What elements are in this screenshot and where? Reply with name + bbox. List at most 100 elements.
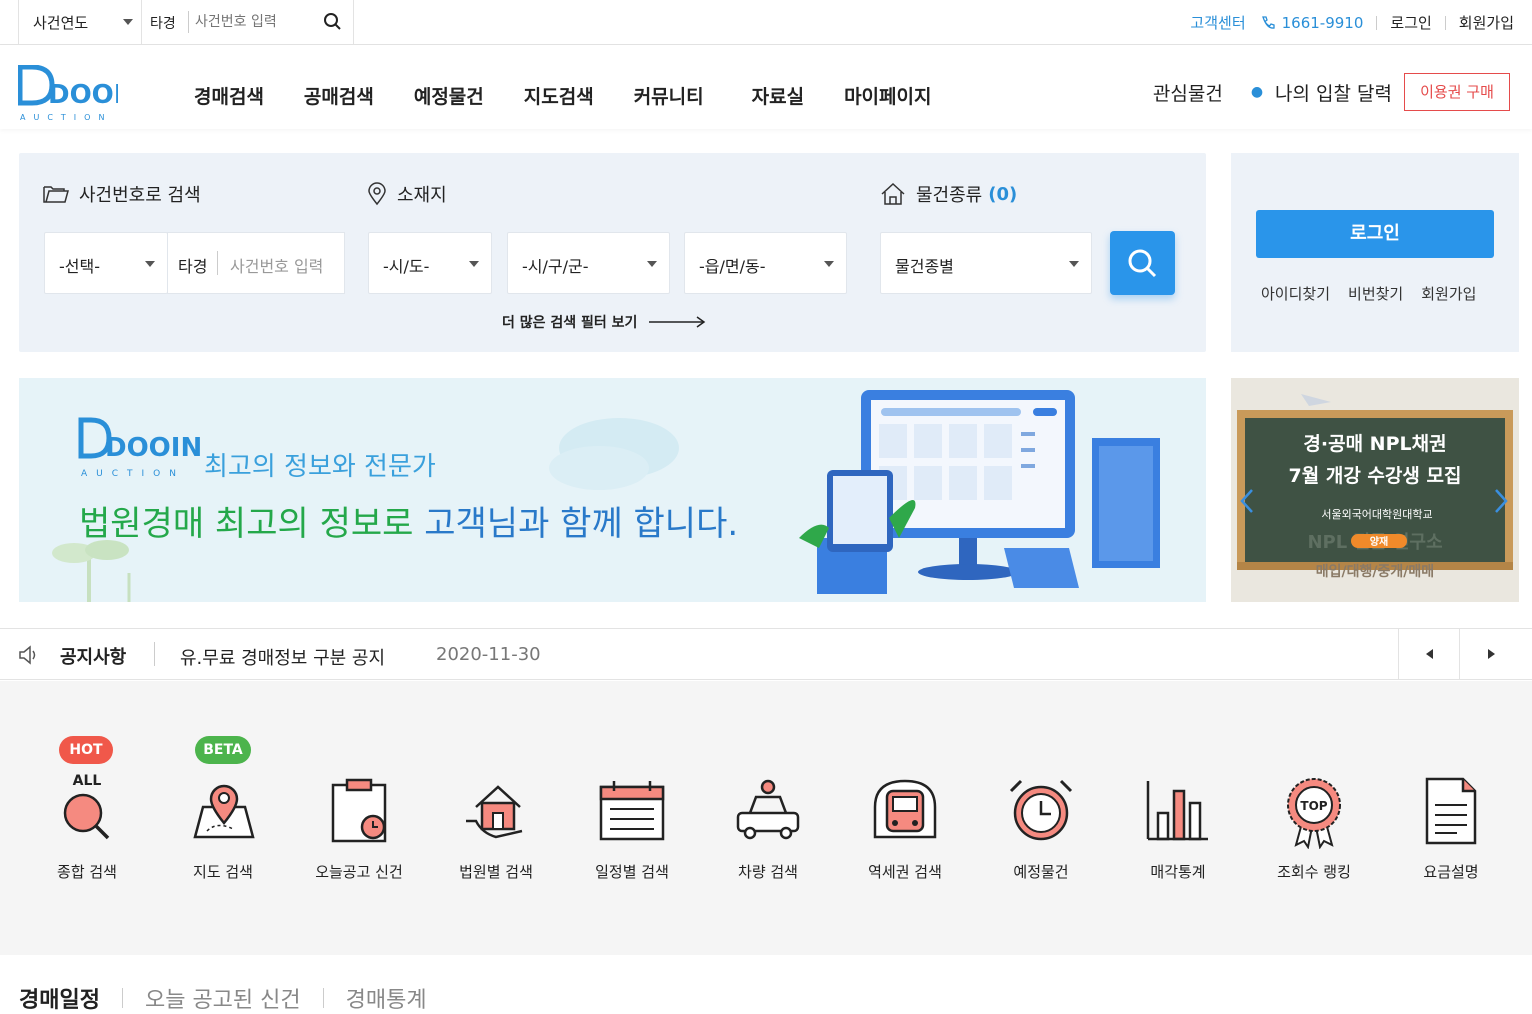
signup-link[interactable]: 회원가입 [1421, 283, 1476, 304]
more-filters-text: 더 많은 검색 필터 보기 [502, 315, 638, 331]
nav-resources[interactable]: 자료실 [752, 82, 804, 109]
beta-badge: BETA [195, 736, 251, 764]
search-panel: 사건번호로 검색 소재지 물건종류 (0) -선택- 타경 사건번호 입력 -시… [19, 153, 1206, 352]
banner-subtitle: 최고의 정보와 전문가 [204, 452, 436, 482]
sido-dropdown[interactable]: -시/도- [368, 232, 492, 294]
side-banner-school: 서울외국어대학원대학교 [1321, 508, 1432, 521]
main-nav: 경매검색 공매검색 예정물건 지도검색 커뮤니티 자료실 마이페이지 [194, 82, 971, 109]
banner-logo-sub: AUCTION [81, 469, 185, 479]
logo-graphic: DOOIN AUCTION [17, 64, 145, 122]
quick-case-search: 사건연도 타경 [18, 0, 354, 45]
banner-logo: DOOIN AUCTION [78, 417, 202, 479]
header-right: 관심물건 ● 나의 입찰 달력 이용권 구매 [1153, 73, 1510, 111]
arrow-right-icon [649, 316, 706, 328]
top-right-links: 고객센터 1661-9910 로그인 회원가입 [1190, 12, 1514, 33]
house-icon [881, 182, 905, 205]
bar-chart-icon [1146, 781, 1208, 841]
quick-label: 차량 검색 [738, 863, 798, 881]
calendar-icon [599, 781, 665, 841]
caret-right-icon [1488, 649, 1495, 659]
site-logo[interactable]: DOOIN AUCTION [17, 64, 145, 123]
case-search-title: 사건번호로 검색 [43, 181, 201, 207]
login-button[interactable]: 로그인 [1256, 210, 1494, 258]
chevron-down-icon [647, 261, 657, 267]
train-icon [873, 779, 937, 839]
clipboard-clock-icon [331, 778, 387, 843]
banner-headline-blue: 고객님과 함께 합니다. [424, 504, 739, 544]
quick-label: 매각통계 [1150, 863, 1206, 881]
quick-menu: HOT ALL 종합 검색 BETA 지도 검색 오늘공고 신건 법원별 검색 … [0, 681, 1532, 955]
sigungu-dropdown[interactable]: -시/구/군- [507, 232, 670, 294]
top-label: TOP [1300, 799, 1327, 813]
notice-title[interactable]: 유.무료 경매정보 구분 공지 [180, 644, 385, 670]
dropdown-value: -선택- [59, 257, 100, 276]
logo-text: DOOIN [48, 80, 118, 110]
quick-label: 지도 검색 [193, 863, 253, 881]
logo-sub: AUCTION [20, 113, 112, 122]
location-pin-icon [368, 182, 386, 206]
find-password-link[interactable]: 비번찾기 [1348, 283, 1403, 304]
nav-public-auction-search[interactable]: 공매검색 [304, 82, 374, 109]
sprout-icon [52, 540, 131, 602]
notice-next-button[interactable] [1459, 629, 1532, 679]
phone-link[interactable]: 1661-9910 [1260, 14, 1363, 32]
case-year-select[interactable]: 사건연도 [33, 12, 88, 33]
quick-label: 법원별 검색 [459, 863, 533, 881]
monitor-illustration [799, 390, 1160, 594]
type-title: 물건종류 (0) [880, 181, 1017, 207]
speaker-icon [19, 645, 36, 665]
main-banner[interactable]: DOOIN AUCTION 최고의 정보와 전문가 법원경매 최고의 정보로 고… [19, 378, 1206, 602]
tab-auction-stats[interactable]: 경매통계 [346, 982, 427, 1014]
divider [121, 988, 123, 1008]
signup-link[interactable]: 회원가입 [1459, 12, 1514, 33]
document-icon [1425, 777, 1477, 845]
nav-mypage[interactable]: 마이페이지 [844, 82, 931, 109]
chevron-left-icon[interactable] [1239, 488, 1255, 514]
divider [141, 0, 142, 45]
login-link[interactable]: 로그인 [1390, 12, 1431, 33]
nav-auction-search[interactable]: 경매검색 [194, 82, 264, 109]
login-links: 아이디찾기 비번찾기 회원가입 [1261, 283, 1476, 304]
side-banner-badge: 양재 [1370, 535, 1388, 548]
chevron-right-icon[interactable] [1493, 488, 1509, 514]
notice-bar: 공지사항 유.무료 경매정보 구분 공지 2020-11-30 [0, 628, 1532, 680]
case-year-dropdown[interactable]: -선택- [44, 232, 168, 294]
find-id-link[interactable]: 아이디찾기 [1261, 283, 1330, 304]
banner-headline: 법원경매 최고의 정보로 고객님과 함께 합니다. [79, 496, 738, 545]
divider [1444, 15, 1446, 30]
nav-community[interactable]: 커뮤니티 [634, 82, 704, 109]
chevron-down-icon [469, 261, 479, 267]
quick-label: 일정별 검색 [595, 863, 669, 881]
tab-today-new[interactable]: 오늘 공고된 신건 [145, 982, 301, 1014]
nav-map-search[interactable]: 지도검색 [524, 82, 594, 109]
item-type-dropdown[interactable]: 물건종별 [880, 232, 1092, 294]
side-ad-banner[interactable]: 경·공매 NPL채권 7월 개강 수강생 모집 서울외국어대학원대학교 NPL … [1231, 378, 1519, 602]
case-number-placeholder: 사건번호 입력 [230, 257, 324, 276]
search-button[interactable] [1110, 231, 1175, 295]
type-title-text: 물건종류 [916, 185, 983, 206]
more-filters-link[interactable]: 더 많은 검색 필터 보기 [502, 312, 707, 332]
customer-center-link[interactable]: 고객센터 [1190, 12, 1245, 33]
buy-pass-button[interactable]: 이용권 구매 [1404, 73, 1510, 111]
phone-icon [1261, 15, 1275, 29]
search-icon[interactable] [321, 10, 345, 34]
notice-date: 2020-11-30 [436, 644, 541, 665]
top-rank-icon: TOP [1287, 778, 1341, 849]
banner-logo-text: DOOIN [105, 433, 202, 463]
case-number-input[interactable] [188, 11, 318, 33]
case-number-field[interactable]: 타경 사건번호 입력 [167, 232, 345, 294]
divider [1376, 15, 1378, 30]
top-bar: 사건연도 타경 고객센터 1661-9910 로그인 회원가입 [0, 0, 1532, 45]
notice-prev-button[interactable] [1398, 629, 1459, 679]
chevron-down-icon[interactable] [123, 19, 133, 25]
dropdown-value: -읍/면/동- [699, 257, 766, 276]
bid-calendar-link[interactable]: 나의 입찰 달력 [1275, 79, 1392, 106]
tab-auction-schedule[interactable]: 경매일정 [19, 982, 100, 1014]
court-prefix-label: 타경 [150, 16, 176, 32]
side-banner-line2: 7월 개강 수강생 모집 [1289, 465, 1462, 487]
dong-dropdown[interactable]: -읍/면/동- [684, 232, 847, 294]
quick-label: 오늘공고 신건 [315, 863, 403, 881]
hot-badge: HOT [59, 736, 113, 764]
nav-upcoming-items[interactable]: 예정물건 [414, 82, 484, 109]
watch-items-link[interactable]: 관심물건 [1153, 79, 1223, 106]
